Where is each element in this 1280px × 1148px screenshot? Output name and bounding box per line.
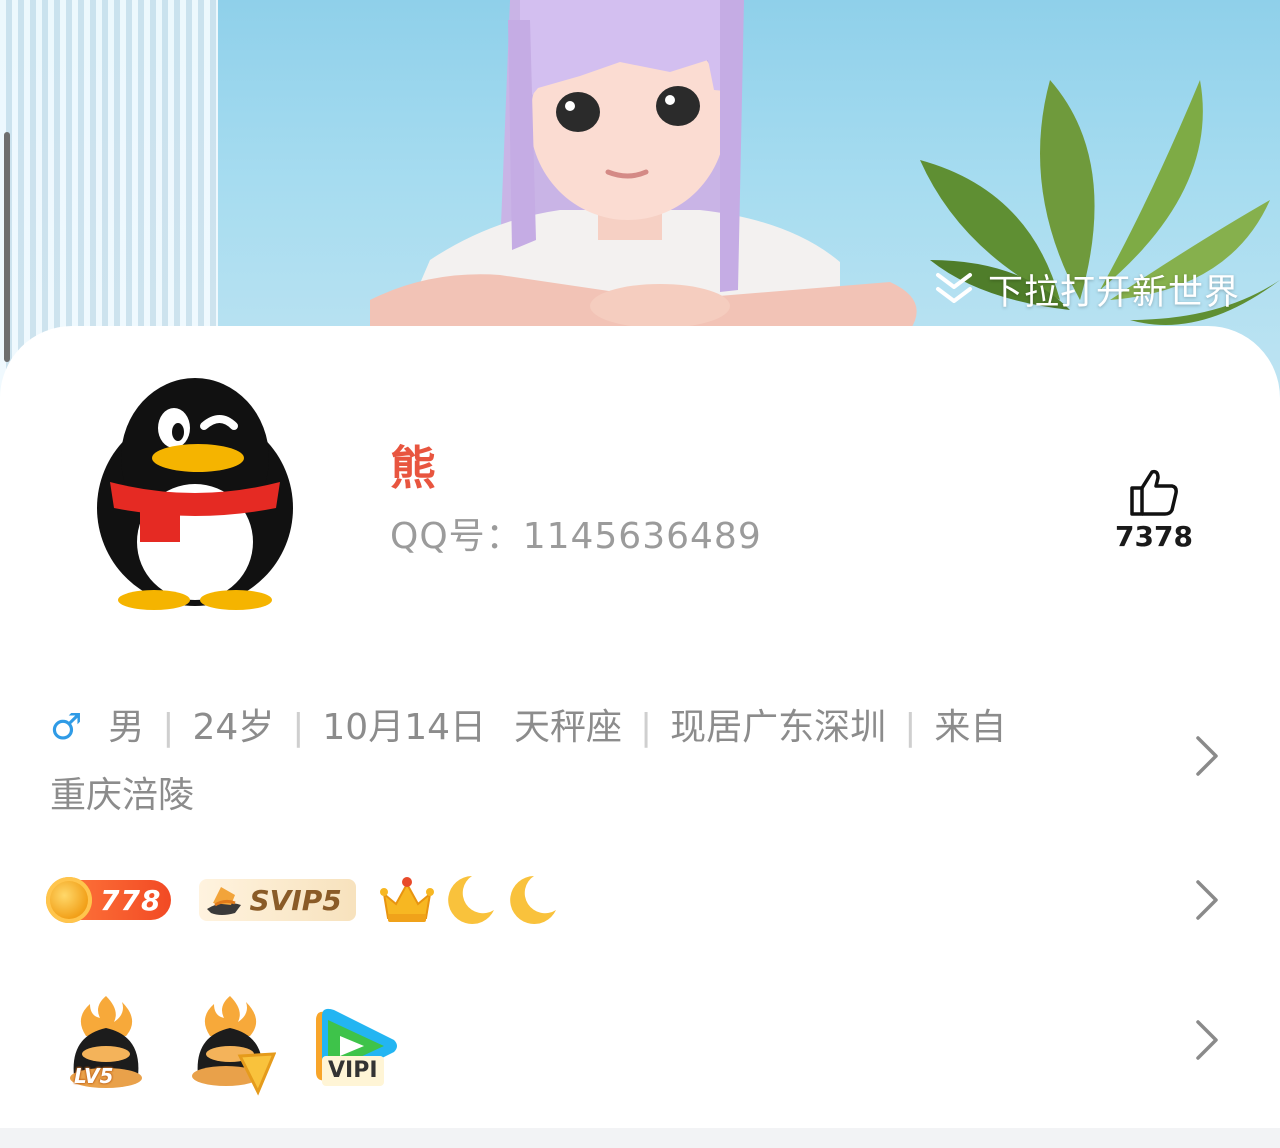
nickname: 熊 [390,441,436,495]
moon-icon [447,876,494,924]
origin: 重庆涪陵 [50,775,195,816]
svip-hat-icon [207,887,242,915]
age: 24岁 [192,707,275,748]
profile-card: 熊 QQ号：1145636489 7378 ♂ 男 | 24岁 | 10月14日 天秤座 | 现… [0,326,1280,1128]
level-coin-badge[interactable]: 778 [46,877,172,923]
double-chevron-down-icon [935,273,972,303]
qq-level-badge[interactable]: LV5 [60,996,152,1096]
divider: | [162,707,175,748]
coin-icon [46,877,92,923]
flame-penguin-vip-icon [192,996,277,1096]
avatar[interactable] [94,374,296,610]
zodiac: 天秤座 [514,707,623,748]
residence: 现居广东深圳 [670,707,887,748]
chevron-right-icon[interactable] [1190,732,1224,780]
svip-badge[interactable]: SVIP5 [199,879,356,921]
qq-vip-level-badge[interactable] [184,996,277,1096]
svip-label: SVIP5 [249,883,342,917]
gender: 男 [108,707,145,748]
male-gender-icon: ♂ [50,707,83,748]
divider: | [292,707,305,748]
chevron-right-icon[interactable] [1190,1016,1224,1064]
crown-icon [379,877,434,922]
scrollbar[interactable] [4,132,10,362]
birthday: 10月14日 [322,707,487,748]
video-vip-label: VIPI [322,1056,384,1086]
qq-number: 1145636489 [522,516,762,557]
pull-down-hint[interactable]: 下拉打开新世界 [934,264,1240,314]
divider: | [640,707,653,748]
level-badges-row[interactable]: LV5 VIPI [60,986,400,1096]
badges-row[interactable]: 778 SVIP5 [46,870,560,930]
like-button[interactable]: 7378 [1110,466,1198,553]
qq-number-line: QQ号：1145636489 [390,512,762,562]
cover-character-image [370,0,917,330]
like-count: 7378 [1115,520,1193,553]
qq-number-label: QQ号： [390,516,523,557]
pull-down-hint-label: 下拉打开新世界 [987,272,1240,313]
video-vip-badge[interactable]: VIPI [308,1000,400,1096]
thumbs-up-icon [1130,469,1178,516]
chevron-right-icon[interactable] [1190,876,1224,924]
moon-icon [509,876,556,924]
origin-prefix: 来自 [934,707,1007,748]
coin-level: 778 [100,883,162,917]
status-icons [378,872,560,928]
profile-info-row[interactable]: ♂ 男 | 24岁 | 10月14日 天秤座 | 现居广东深圳 | 来自重庆涪陵 [50,694,1110,830]
qq-level-label: LV5 [74,1064,114,1088]
divider: | [904,707,917,748]
